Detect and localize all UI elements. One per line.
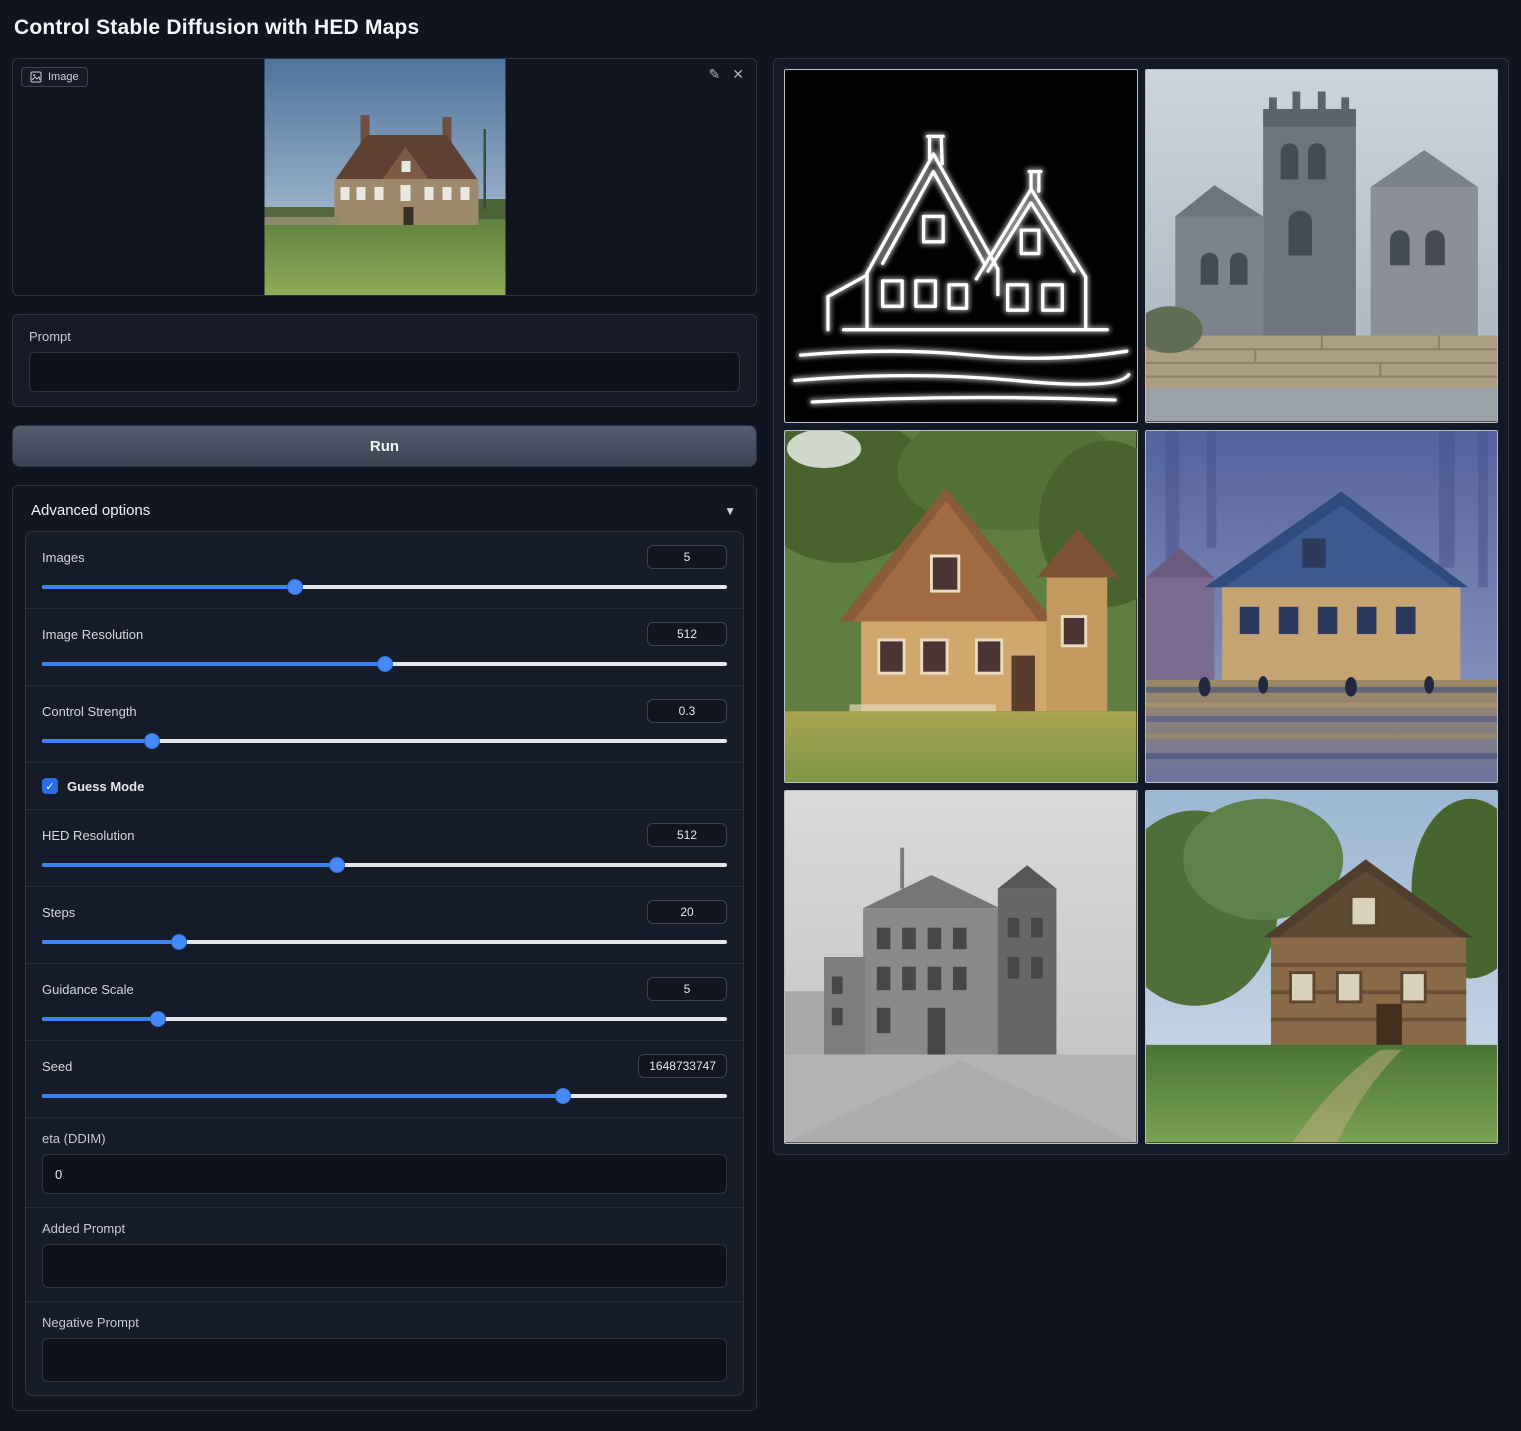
output-gallery	[773, 58, 1509, 1155]
gallery-grid	[784, 69, 1498, 1144]
guess-mode-label: Guess Mode	[67, 779, 144, 794]
seed-slider-handle[interactable]	[556, 1089, 570, 1103]
steps-slider-fill	[42, 940, 179, 944]
page-title: Control Stable Diffusion with HED Maps	[14, 16, 1509, 40]
images-slider[interactable]	[42, 579, 727, 595]
image-resolution-label: Image Resolution	[42, 627, 143, 642]
hed-resolution-label: HED Resolution	[42, 828, 135, 843]
hed-resolution-slider-fill	[42, 863, 337, 867]
negative-prompt-label: Negative Prompt	[42, 1315, 727, 1330]
guidance-scale-slider[interactable]	[42, 1011, 727, 1027]
image-icon	[30, 71, 42, 83]
image-type-badge: Image	[21, 67, 88, 87]
image-resolution-slider-handle[interactable]	[378, 657, 392, 671]
control-strength-slider-fill	[42, 739, 152, 743]
control-seed: Seed 1648733747	[26, 1041, 743, 1118]
guidance-scale-slider-handle[interactable]	[151, 1012, 165, 1026]
hed-resolution-slider[interactable]	[42, 857, 727, 873]
control-eta-ddim: eta (DDIM)	[26, 1118, 743, 1208]
seed-label: Seed	[42, 1059, 72, 1074]
guess-mode-checkbox[interactable]: ✓ Guess Mode	[42, 776, 727, 796]
close-icon[interactable]: ✕	[732, 67, 744, 81]
control-strength-label: Control Strength	[42, 704, 137, 719]
gallery-item-wooden-house-painting[interactable]	[784, 430, 1138, 784]
gallery-item-hed-map[interactable]	[784, 69, 1138, 423]
image-resolution-slider[interactable]	[42, 656, 727, 672]
guidance-scale-slider-fill	[42, 1017, 158, 1021]
hed-resolution-value-input[interactable]: 512	[647, 823, 727, 847]
eta-ddim-label: eta (DDIM)	[42, 1131, 727, 1146]
prompt-block: Prompt	[12, 314, 757, 407]
control-guess-mode: ✓ Guess Mode	[26, 763, 743, 810]
images-slider-handle[interactable]	[288, 580, 302, 594]
advanced-options-accordion: Advanced options ▼ Images 5 Image Resoluti…	[12, 485, 757, 1411]
steps-slider[interactable]	[42, 934, 727, 950]
control-strength-slider-handle[interactable]	[145, 734, 159, 748]
seed-slider[interactable]	[42, 1088, 727, 1104]
input-image[interactable]	[264, 59, 505, 296]
control-added-prompt: Added Prompt	[26, 1208, 743, 1302]
chevron-down-icon: ▼	[724, 504, 736, 518]
control-strength-value-input[interactable]: 0.3	[647, 699, 727, 723]
control-control-strength: Control Strength 0.3	[26, 686, 743, 763]
advanced-options-body: Images 5 Image Resolution 512 Control Streng…	[25, 531, 744, 1396]
guidance-scale-value-input[interactable]: 5	[647, 977, 727, 1001]
prompt-label: Prompt	[29, 329, 740, 344]
gallery-item-stone-cathedral[interactable]	[1145, 69, 1499, 423]
steps-slider-handle[interactable]	[172, 935, 186, 949]
pencil-icon[interactable]: ✎	[709, 67, 721, 81]
image-toolbar: ✎ ✕	[709, 67, 744, 81]
control-image-resolution: Image Resolution 512	[26, 609, 743, 686]
gallery-item-impressionist-house[interactable]	[1145, 430, 1499, 784]
control-steps: Steps 20	[26, 887, 743, 964]
checkbox-check-icon: ✓	[42, 778, 58, 794]
control-strength-slider[interactable]	[42, 733, 727, 749]
gallery-item-country-house[interactable]	[1145, 790, 1499, 1144]
advanced-options-header[interactable]: Advanced options ▼	[25, 500, 744, 531]
added-prompt-label: Added Prompt	[42, 1221, 727, 1236]
images-slider-fill	[42, 585, 295, 589]
image-badge-label: Image	[48, 71, 79, 83]
prompt-input[interactable]	[29, 352, 740, 392]
eta-ddim-input[interactable]	[42, 1154, 727, 1194]
app-root: Control Stable Diffusion with HED Maps I…	[0, 0, 1521, 1431]
hed-resolution-slider-handle[interactable]	[330, 858, 344, 872]
gallery-item-grayscale-building[interactable]	[784, 790, 1138, 1144]
image-resolution-value-input[interactable]: 512	[647, 622, 727, 646]
images-value-input[interactable]: 5	[647, 545, 727, 569]
images-label: Images	[42, 550, 85, 565]
guidance-scale-label: Guidance Scale	[42, 982, 134, 997]
left-column: Image ✎ ✕	[12, 58, 757, 1411]
control-hed-resolution: HED Resolution 512	[26, 810, 743, 887]
image-resolution-slider-fill	[42, 662, 385, 666]
control-images: Images 5	[26, 532, 743, 609]
control-guidance-scale: Guidance Scale 5	[26, 964, 743, 1041]
seed-value-input[interactable]: 1648733747	[638, 1054, 727, 1078]
seed-slider-fill	[42, 1094, 563, 1098]
advanced-options-label: Advanced options	[31, 502, 150, 519]
control-negative-prompt: Negative Prompt	[26, 1302, 743, 1395]
negative-prompt-input[interactable]	[42, 1338, 727, 1382]
added-prompt-input[interactable]	[42, 1244, 727, 1288]
run-button[interactable]: Run	[12, 425, 757, 467]
steps-label: Steps	[42, 905, 75, 920]
input-image-block: Image ✎ ✕	[12, 58, 757, 296]
steps-value-input[interactable]: 20	[647, 900, 727, 924]
